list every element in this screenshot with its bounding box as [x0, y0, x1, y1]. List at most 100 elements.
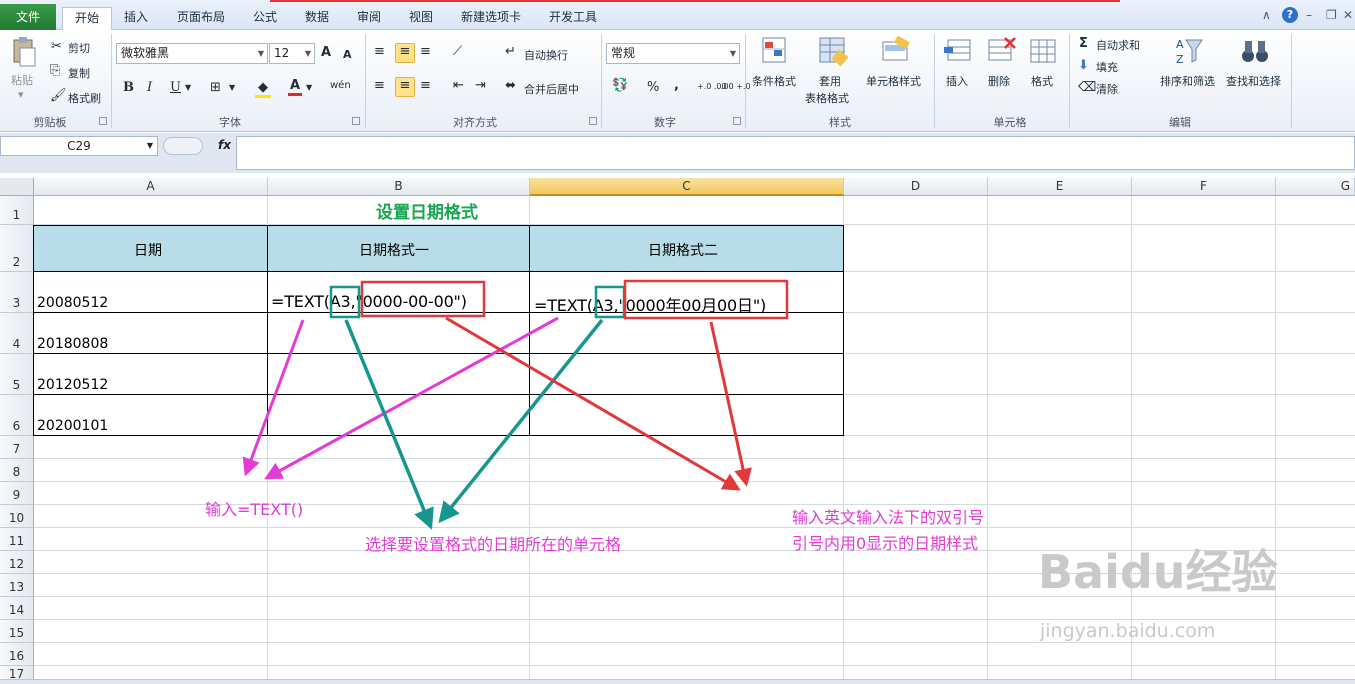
clear-button[interactable]: 清除: [1096, 81, 1118, 97]
insert-cells-icon[interactable]: [944, 36, 974, 66]
wrap-text-icon[interactable]: ↵: [505, 44, 516, 59]
row-header[interactable]: 15: [0, 620, 34, 643]
orientation-icon[interactable]: ⟋: [453, 44, 462, 59]
grow-font-icon[interactable]: A: [321, 45, 331, 60]
accounting-icon[interactable]: 💱: [612, 78, 628, 93]
tab-home[interactable]: 开始: [62, 7, 113, 31]
cell-c5[interactable]: [529, 353, 844, 395]
alignment-launcher-icon[interactable]: [589, 117, 597, 125]
cell-c6[interactable]: [529, 394, 844, 436]
eraser-icon[interactable]: ⌫: [1078, 80, 1096, 95]
cell-b5[interactable]: [267, 353, 530, 395]
align-middle-icon[interactable]: ≡: [395, 43, 415, 63]
tab-developer[interactable]: 开发工具: [537, 7, 609, 29]
conditional-format-button[interactable]: 条件格式: [752, 73, 796, 89]
copy-icon[interactable]: ⎘: [50, 63, 60, 78]
font-color-icon[interactable]: A: [288, 78, 302, 96]
column-header-a[interactable]: A: [34, 178, 268, 196]
underline-button[interactable]: U: [170, 80, 181, 95]
clipboard-launcher-icon[interactable]: [99, 117, 107, 125]
increase-indent-icon[interactable]: ⇥: [475, 78, 486, 93]
format-cells-icon[interactable]: [1029, 36, 1059, 66]
tab-data[interactable]: 数据: [293, 7, 341, 29]
row-header[interactable]: 2: [0, 225, 34, 272]
insert-function-icon[interactable]: fx: [218, 138, 231, 152]
delete-cells-icon[interactable]: [987, 36, 1017, 66]
bold-button[interactable]: B: [123, 80, 134, 95]
formula-input[interactable]: [236, 136, 1355, 170]
sigma-icon[interactable]: Σ: [1079, 36, 1088, 51]
copy-button[interactable]: 复制: [68, 65, 90, 81]
cut-button[interactable]: 剪切: [68, 40, 90, 56]
window-minimize-icon[interactable]: –: [1306, 8, 1312, 22]
format-as-table-label-1[interactable]: 套用: [819, 73, 841, 89]
column-header-c[interactable]: C: [530, 178, 844, 196]
fill-color-icon[interactable]: ◆: [255, 80, 271, 98]
shrink-font-icon[interactable]: A: [343, 48, 352, 61]
row-header[interactable]: 1: [0, 196, 34, 225]
format-cells-button[interactable]: 格式: [1031, 73, 1053, 89]
row-header[interactable]: 11: [0, 528, 34, 551]
name-box[interactable]: C29 ▼: [0, 136, 158, 156]
align-right-icon[interactable]: ≡: [420, 78, 431, 93]
font-name-combo[interactable]: 微软雅黑 ▼: [116, 43, 268, 64]
scissors-icon[interactable]: ✂: [51, 39, 62, 54]
row-header[interactable]: 12: [0, 551, 34, 574]
cell-styles-button[interactable]: 单元格样式: [866, 73, 921, 89]
chevron-down-icon[interactable]: ▼: [185, 83, 191, 92]
decrease-decimal-button[interactable]: .00 +.0: [721, 82, 751, 91]
select-all-corner[interactable]: [0, 178, 34, 196]
cell-c4[interactable]: [529, 312, 844, 354]
font-launcher-icon[interactable]: [352, 117, 360, 125]
row-header[interactable]: 4: [0, 313, 34, 354]
align-left-icon[interactable]: ≡: [374, 78, 385, 93]
tab-page-layout[interactable]: 页面布局: [165, 7, 237, 29]
tab-insert[interactable]: 插入: [112, 7, 160, 29]
bottom-scrollbar[interactable]: [0, 679, 1355, 684]
font-size-combo[interactable]: 12 ▼: [269, 43, 315, 64]
row-header[interactable]: 7: [0, 436, 34, 459]
row-header[interactable]: 3: [0, 272, 34, 313]
paste-button[interactable]: 粘贴: [11, 72, 33, 88]
italic-button[interactable]: I: [147, 80, 152, 95]
row-header[interactable]: 16: [0, 643, 34, 666]
column-header-e[interactable]: E: [988, 178, 1132, 196]
paste-dropdown-icon[interactable]: ▾: [18, 88, 24, 101]
formula-bar-splitter[interactable]: [163, 137, 203, 155]
comma-button[interactable]: ,: [674, 78, 679, 93]
binoculars-icon[interactable]: [1240, 36, 1270, 66]
align-top-icon[interactable]: ≡: [374, 44, 385, 59]
column-header-b[interactable]: B: [268, 178, 530, 196]
tab-view[interactable]: 视图: [397, 7, 445, 29]
row-header[interactable]: 6: [0, 395, 34, 436]
cell-b6[interactable]: [267, 394, 530, 436]
column-header-d[interactable]: D: [844, 178, 988, 196]
tab-new-tab[interactable]: 新建选项卡: [449, 7, 533, 29]
format-as-table-icon[interactable]: [818, 36, 849, 67]
conditional-format-icon[interactable]: [761, 36, 791, 66]
fill-down-icon[interactable]: ⬇: [1078, 58, 1089, 73]
help-icon[interactable]: ?: [1282, 7, 1298, 23]
cell-b4[interactable]: [267, 312, 530, 354]
row-header[interactable]: 5: [0, 354, 34, 395]
decrease-indent-icon[interactable]: ⇤: [453, 78, 464, 93]
column-header-f[interactable]: F: [1132, 178, 1276, 196]
chevron-down-icon[interactable]: ▼: [306, 83, 312, 92]
merge-center-button[interactable]: 合并后居中: [524, 81, 579, 97]
align-center-icon[interactable]: ≡: [395, 77, 415, 97]
ribbon-minimize-icon[interactable]: ∧: [1262, 8, 1271, 22]
row-header[interactable]: 13: [0, 574, 34, 597]
sort-filter-icon[interactable]: AZ: [1174, 36, 1204, 66]
tab-review[interactable]: 审阅: [345, 7, 393, 29]
number-format-combo[interactable]: 常规 ▼: [606, 43, 740, 64]
window-restore-icon[interactable]: ❐: [1326, 8, 1337, 22]
row-header[interactable]: 9: [0, 482, 34, 505]
paste-icon[interactable]: [11, 36, 37, 68]
window-close-icon[interactable]: ✕: [1343, 8, 1353, 22]
cell-styles-icon[interactable]: [881, 35, 911, 66]
column-header-g[interactable]: G: [1276, 178, 1355, 196]
merge-center-icon[interactable]: ⬌: [505, 78, 516, 93]
chevron-down-icon[interactable]: ▼: [229, 83, 235, 92]
format-as-table-button[interactable]: 表格格式: [805, 90, 849, 106]
format-painter-icon[interactable]: 🖌: [50, 88, 67, 103]
